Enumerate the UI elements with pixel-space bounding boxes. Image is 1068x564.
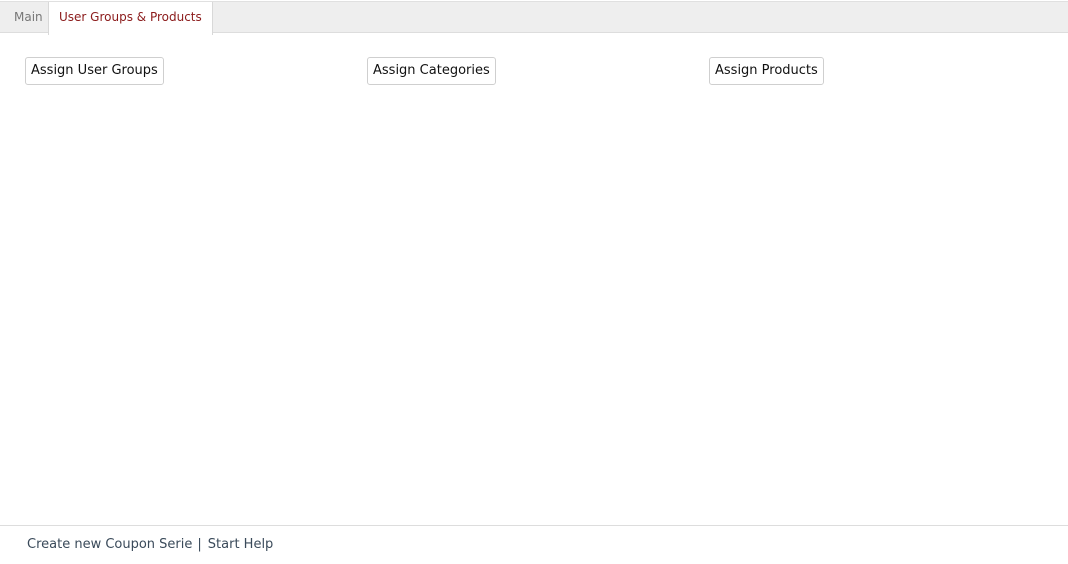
tab-user-groups-products[interactable]: User Groups & Products: [48, 2, 213, 35]
start-help-link[interactable]: Start Help: [208, 537, 274, 552]
footer: Create new Coupon Serie | Start Help: [0, 525, 1068, 564]
footer-separator: |: [197, 537, 202, 552]
create-coupon-serie-link[interactable]: Create new Coupon Serie: [27, 537, 192, 552]
assign-categories-button[interactable]: Assign Categories: [367, 57, 496, 85]
coupon-editor: Main User Groups & Products Assign User …: [0, 0, 1068, 564]
tab-main[interactable]: Main: [5, 2, 53, 34]
tab-bar: Main User Groups & Products: [0, 1, 1068, 35]
assign-user-groups-button[interactable]: Assign User Groups: [25, 57, 164, 85]
assign-products-button[interactable]: Assign Products: [709, 57, 824, 85]
